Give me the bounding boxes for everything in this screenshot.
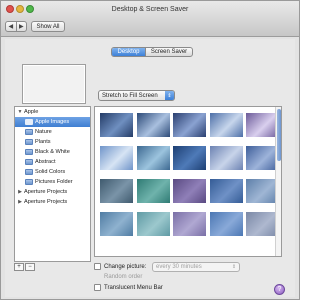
- desktop-preview-well[interactable]: [22, 64, 86, 104]
- add-folder-button[interactable]: +: [14, 263, 24, 271]
- popup-chevron-icon: ⇕: [165, 91, 174, 100]
- source-item-solid-colors[interactable]: Solid Colors: [15, 167, 90, 177]
- change-interval-value: every 30 minutes: [156, 264, 202, 270]
- wallpaper-thumbnail[interactable]: [209, 179, 243, 203]
- source-item-apple-images[interactable]: Apple Images: [15, 117, 90, 127]
- source-group-label: Apple: [24, 109, 39, 115]
- add-remove-controls: + −: [14, 263, 35, 271]
- disclosure-triangle-icon[interactable]: ▶: [16, 189, 24, 195]
- change-picture-label: Change picture:: [104, 263, 147, 270]
- wallpaper-thumbnail[interactable]: [173, 179, 206, 203]
- wallpaper-thumbnail[interactable]: [100, 179, 133, 203]
- folder-icon: [25, 169, 33, 175]
- folder-icon: [25, 159, 33, 165]
- random-order-label: Random order: [104, 274, 143, 280]
- random-order-option: Random order: [104, 274, 142, 280]
- source-item-black-white[interactable]: Black & White: [15, 147, 90, 157]
- translucent-menu-bar-checkbox[interactable]: [94, 284, 101, 291]
- wallpaper-thumbnail[interactable]: [173, 212, 206, 236]
- source-item-plants[interactable]: Plants: [15, 137, 90, 147]
- source-group-aperture-projects[interactable]: ▶ Aperture Projects: [15, 197, 90, 207]
- source-item-label: Solid Colors: [35, 169, 66, 175]
- wallpaper-thumbnail[interactable]: [136, 212, 170, 236]
- remove-folder-button[interactable]: −: [25, 263, 35, 271]
- wallpaper-thumbnail-grid[interactable]: [94, 106, 282, 257]
- change-interval-popup: every 30 minutes ⇕: [152, 262, 240, 272]
- wallpaper-thumbnail[interactable]: [100, 113, 133, 137]
- image-source-list[interactable]: ▼ Apple Apple Images Nature Plants Black…: [14, 106, 91, 262]
- help-button[interactable]: ?: [274, 284, 285, 295]
- source-item-pictures-folder[interactable]: Pictures Folder: [15, 177, 90, 187]
- wallpaper-thumbnail[interactable]: [136, 146, 170, 170]
- folder-icon: [25, 139, 33, 145]
- source-item-label: Plants: [35, 139, 51, 145]
- folder-icon: [25, 149, 33, 155]
- vertical-scrollbar[interactable]: [275, 107, 281, 256]
- source-item-nature[interactable]: Nature: [15, 127, 90, 137]
- popup-chevron-icon: ⇕: [231, 264, 237, 270]
- wallpaper-thumbnail[interactable]: [136, 113, 170, 137]
- disclosure-triangle-icon[interactable]: ▶: [16, 199, 24, 205]
- scrollbar-thumb[interactable]: [277, 109, 281, 161]
- preferences-window: Desktop & Screen Saver ◀ ▶ Show All Desk…: [0, 0, 300, 300]
- fit-mode-popup[interactable]: Stretch to Fill Screen ⇕: [98, 90, 175, 101]
- back-forward-control: ◀ ▶: [5, 21, 27, 32]
- source-item-label: Black & White: [35, 149, 70, 155]
- window-title: Desktop & Screen Saver: [111, 6, 189, 13]
- show-all-button[interactable]: Show All: [31, 21, 65, 32]
- title-bar: Desktop & Screen Saver ◀ ▶ Show All: [1, 1, 299, 37]
- wallpaper-thumbnail[interactable]: [100, 212, 133, 236]
- tab-screen-saver[interactable]: Screen Saver: [145, 48, 192, 56]
- disclosure-triangle-icon[interactable]: ▼: [16, 109, 24, 115]
- folder-icon: [25, 119, 33, 125]
- folder-icon: [25, 129, 33, 135]
- source-item-label: Apple Images: [35, 119, 70, 125]
- source-item-label: Abstract: [35, 159, 56, 165]
- wallpaper-thumbnail[interactable]: [209, 212, 243, 236]
- wallpaper-thumbnail[interactable]: [209, 146, 243, 170]
- tab-bar: Desktop Screen Saver: [111, 47, 193, 57]
- source-group-aperture-projects[interactable]: ▶ Aperture Projects: [15, 187, 90, 197]
- tab-desktop[interactable]: Desktop: [112, 48, 145, 56]
- translucent-menu-bar-option[interactable]: Translucent Menu Bar: [94, 284, 163, 291]
- wallpaper-thumbnail[interactable]: [136, 179, 170, 203]
- translucent-menu-bar-label: Translucent Menu Bar: [104, 284, 163, 291]
- preferences-content: Desktop Screen Saver Stretch to Fill Scr…: [5, 39, 295, 297]
- wallpaper-thumbnail[interactable]: [209, 113, 243, 137]
- folder-icon: [25, 179, 33, 185]
- source-item-label: Nature: [35, 129, 52, 135]
- source-group-label: Aperture Projects: [24, 199, 68, 205]
- change-picture-option[interactable]: Change picture:: [94, 263, 146, 270]
- source-group-label: Aperture Projects: [24, 189, 68, 195]
- source-item-label: Pictures Folder: [35, 179, 73, 185]
- change-picture-checkbox[interactable]: [94, 263, 101, 270]
- source-item-abstract[interactable]: Abstract: [15, 157, 90, 167]
- fit-mode-value: Stretch to Fill Screen: [102, 92, 158, 99]
- wallpaper-thumbnail[interactable]: [100, 146, 133, 170]
- forward-arrow-icon[interactable]: ▶: [15, 22, 27, 31]
- source-group-apple[interactable]: ▼ Apple: [15, 107, 90, 117]
- wallpaper-thumbnail[interactable]: [173, 146, 206, 170]
- back-arrow-icon[interactable]: ◀: [6, 22, 16, 31]
- wallpaper-thumbnail[interactable]: [173, 113, 206, 137]
